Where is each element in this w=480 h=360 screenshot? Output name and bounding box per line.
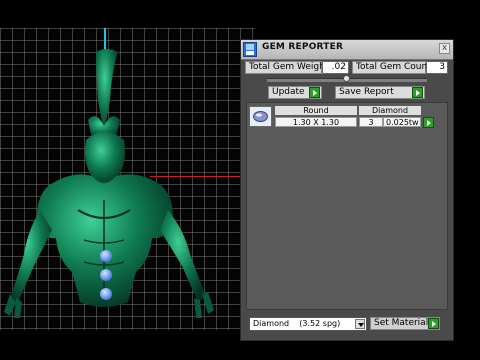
gem-count-cell: 3: [359, 117, 383, 127]
save-report-button-label: Save Report: [339, 87, 394, 97]
play-arrow-icon: [412, 87, 423, 98]
gem-3: [100, 288, 112, 300]
gem-size-cell: 1.30 X 1.30: [275, 117, 357, 127]
gem-row-play-icon[interactable]: [423, 117, 434, 128]
play-arrow-icon: [309, 87, 320, 98]
gem-reporter-app-icon: [243, 42, 257, 57]
close-button[interactable]: x: [439, 43, 450, 54]
total-gem-weight-label: Total Gem Weight: [245, 61, 328, 74]
gem-weight-cell: 0.025tw: [383, 117, 421, 127]
gem-material-header: Diamond: [359, 106, 421, 115]
window-title: GEM REPORTER: [262, 42, 344, 52]
total-gem-weight-value: .02: [322, 61, 349, 74]
set-material-button-label: Set Material: [374, 318, 429, 328]
save-report-button[interactable]: Save Report: [335, 86, 425, 99]
gem-list[interactable]: Round Diamond 1.30 X 1.30 3 0.025tw: [246, 102, 448, 310]
material-dropdown[interactable]: Diamond (3.52 spg): [249, 317, 367, 331]
gem-reporter-panel: GEM REPORTER x Total Gem Weight .02 Tota…: [240, 39, 454, 341]
material-dropdown-value: Diamond (3.52 spg): [253, 319, 341, 328]
total-gem-count-value: 3: [426, 61, 448, 74]
gem-1: [100, 250, 112, 262]
sculpted-figure-model[interactable]: [0, 40, 240, 330]
set-material-go-icon[interactable]: [428, 318, 439, 329]
update-button-label: Update: [272, 87, 305, 97]
slider-handle[interactable]: [343, 75, 350, 82]
gem-shape-header: Round: [275, 106, 357, 115]
title-bar[interactable]: GEM REPORTER x: [241, 40, 453, 60]
chevron-down-icon[interactable]: [355, 319, 365, 329]
update-button[interactable]: Update: [268, 86, 322, 99]
round-gem-icon[interactable]: [249, 106, 272, 127]
total-gem-count-label: Total Gem Count: [352, 61, 431, 74]
gem-2: [100, 269, 112, 281]
